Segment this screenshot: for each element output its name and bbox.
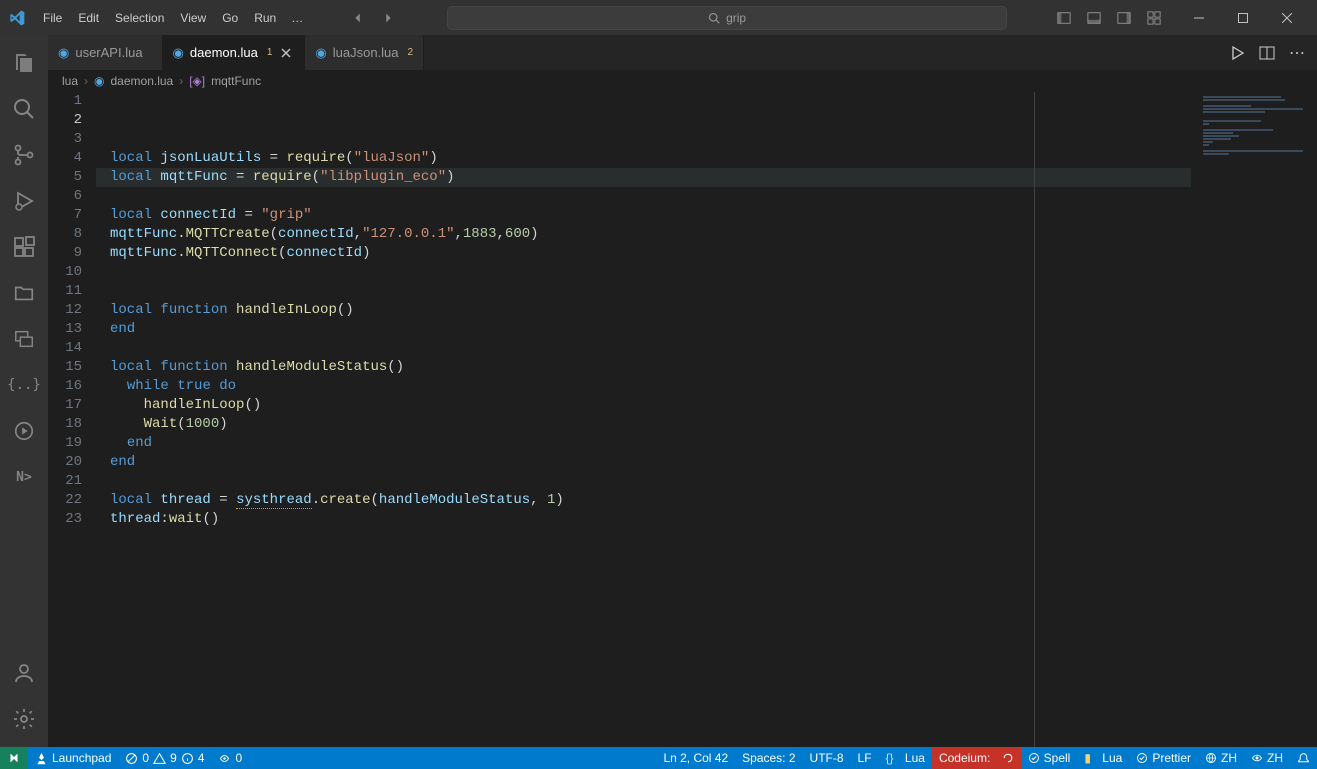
notifications-icon[interactable]	[1290, 747, 1317, 769]
encoding-button[interactable]: UTF-8	[803, 747, 851, 769]
settings-gear-icon[interactable]	[0, 699, 48, 739]
tab-label: luaJson.lua	[333, 45, 399, 60]
minimap[interactable]	[1197, 92, 1317, 747]
ime-button-2[interactable]: ZH	[1244, 747, 1290, 769]
chevron-right-icon: ›	[179, 74, 183, 88]
source-control-icon[interactable]	[0, 135, 48, 175]
lua-file-icon: ◉	[94, 74, 104, 88]
editor-area: ◉ userAPI.lua ◉ daemon.lua 1 ◉ luaJson.l…	[48, 35, 1317, 747]
layout-controls	[1053, 7, 1165, 29]
split-editor-icon[interactable]	[1259, 45, 1275, 61]
ports-button[interactable]: 0	[211, 747, 249, 769]
prettier-button[interactable]: Prettier	[1129, 747, 1198, 769]
cursor-position[interactable]: Ln 2, Col 42	[656, 747, 735, 769]
run-debug-icon[interactable]	[0, 181, 48, 221]
breadcrumb-seg[interactable]: mqttFunc	[211, 74, 261, 88]
explorer-icon[interactable]	[0, 43, 48, 83]
statusbar: Launchpad 0 9 4 0 Ln 2, Col 42 Spaces: 2…	[0, 747, 1317, 769]
lua-file-icon: ◉	[173, 45, 184, 61]
menu-file[interactable]: File	[36, 7, 69, 29]
indentation-button[interactable]: Spaces: 2	[735, 747, 802, 769]
nav-back-icon[interactable]	[345, 5, 371, 31]
folder-icon[interactable]	[0, 273, 48, 313]
layout-sidebar-right-icon[interactable]	[1113, 7, 1135, 29]
extensions-icon[interactable]	[0, 227, 48, 267]
menu-overflow[interactable]: …	[285, 7, 309, 29]
remote-indicator[interactable]	[0, 747, 28, 769]
command-center-search[interactable]: grip	[447, 6, 1007, 30]
main: {..} N> ◉ userAPI.lua ◉ daemon.lua 1	[0, 35, 1317, 747]
menubar: File Edit Selection View Go Run …	[36, 7, 309, 29]
breadcrumbs[interactable]: lua › ◉ daemon.lua › [◈] mqttFunc	[48, 70, 1317, 92]
tab-label: userAPI.lua	[75, 45, 142, 60]
tab-luajson[interactable]: ◉ luaJson.lua 2	[305, 35, 424, 70]
line-gutter: 1234567891011121314151617181920212223	[48, 92, 96, 747]
close-icon[interactable]	[1265, 0, 1309, 35]
titlebar: File Edit Selection View Go Run … grip	[0, 0, 1317, 35]
window-controls	[1177, 0, 1309, 35]
tab-close-icon[interactable]	[278, 45, 294, 61]
editor-tabs: ◉ userAPI.lua ◉ daemon.lua 1 ◉ luaJson.l…	[48, 35, 1317, 70]
codeium-button[interactable]: Codeium:	[932, 747, 1021, 769]
tab-label: daemon.lua	[190, 45, 258, 60]
eol-button[interactable]: LF	[851, 747, 879, 769]
vscode-logo-icon	[8, 9, 26, 27]
tab-userapi[interactable]: ◉ userAPI.lua	[48, 35, 163, 70]
activitybar: {..} N>	[0, 35, 48, 747]
problems-button[interactable]: 0 9 4	[118, 747, 211, 769]
lua-file-icon: ◉	[58, 45, 69, 61]
n-icon[interactable]: N>	[0, 457, 48, 497]
language-mode-button[interactable]: {} Lua	[879, 747, 932, 769]
luals-button[interactable]: ▮ Lua	[1077, 747, 1129, 769]
search-icon	[708, 12, 720, 24]
menu-go[interactable]: Go	[215, 7, 245, 29]
breadcrumb-seg[interactable]: daemon.lua	[111, 74, 174, 88]
run-file-icon[interactable]	[1229, 45, 1245, 61]
code-content[interactable]: local jsonLuaUtils = require("luaJson")l…	[96, 92, 1197, 747]
accounts-icon[interactable]	[0, 653, 48, 693]
menu-selection[interactable]: Selection	[108, 7, 171, 29]
nav-arrows	[345, 5, 401, 31]
launchpad-button[interactable]: Launchpad	[28, 747, 118, 769]
maximize-icon[interactable]	[1221, 0, 1265, 35]
symbol-variable-icon: [◈]	[189, 74, 205, 88]
search-activity-icon[interactable]	[0, 89, 48, 129]
breadcrumb-seg[interactable]: lua	[62, 74, 78, 88]
json-icon[interactable]: {..}	[0, 365, 48, 405]
menu-edit[interactable]: Edit	[71, 7, 106, 29]
code-editor[interactable]: 1234567891011121314151617181920212223 lo…	[48, 92, 1317, 747]
menu-run[interactable]: Run	[247, 7, 283, 29]
layout-sidebar-left-icon[interactable]	[1053, 7, 1075, 29]
layout-panel-icon[interactable]	[1083, 7, 1105, 29]
chat-icon[interactable]	[0, 319, 48, 359]
minimize-icon[interactable]	[1177, 0, 1221, 35]
tab-daemon[interactable]: ◉ daemon.lua 1	[163, 35, 306, 70]
menu-view[interactable]: View	[173, 7, 213, 29]
more-actions-icon[interactable]: ⋯	[1289, 43, 1305, 63]
lua-file-icon: ◉	[315, 45, 326, 61]
search-placeholder: grip	[726, 11, 746, 25]
live-icon[interactable]	[0, 411, 48, 451]
layout-customize-icon[interactable]	[1143, 7, 1165, 29]
nav-forward-icon[interactable]	[375, 5, 401, 31]
chevron-right-icon: ›	[84, 74, 88, 88]
ime-button-1[interactable]: ZH	[1198, 747, 1244, 769]
spell-button[interactable]: Spell	[1021, 747, 1078, 769]
